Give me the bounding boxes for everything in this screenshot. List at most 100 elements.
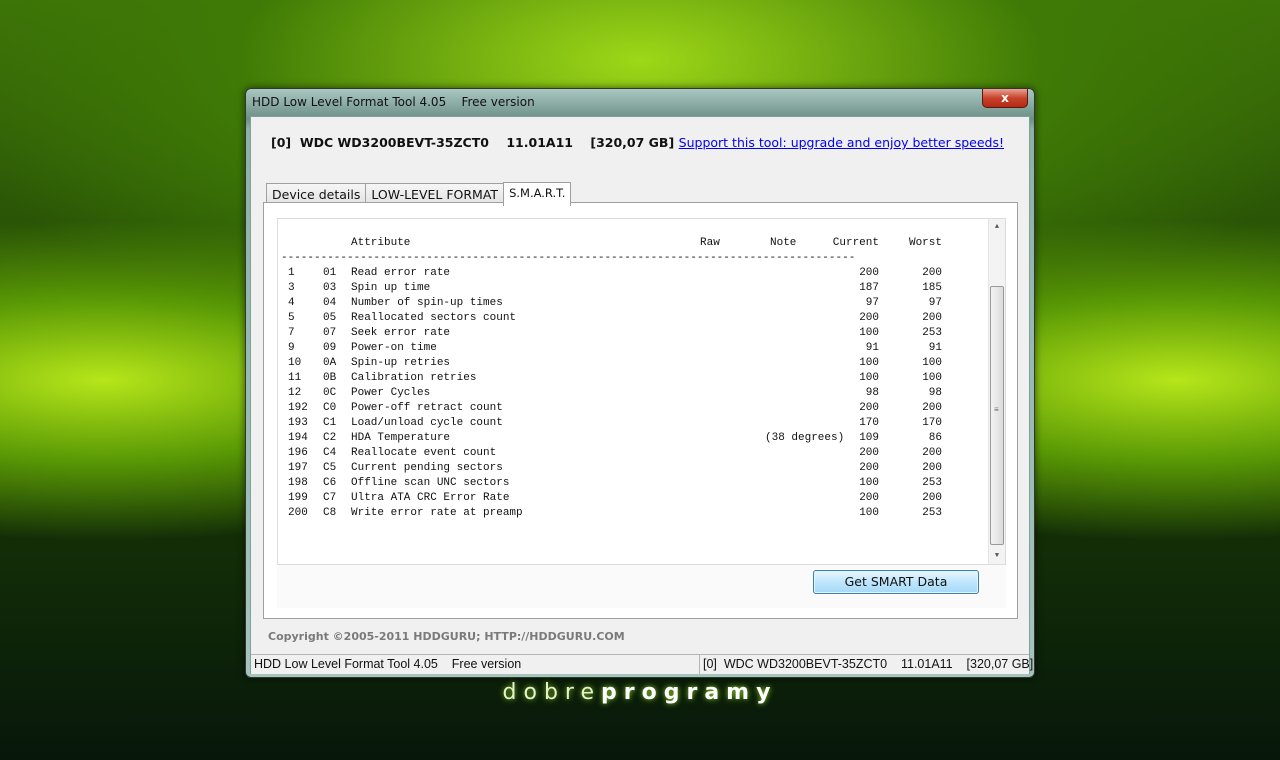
smart-row: 193C1Load/unload cycle count17017090804 — [278, 417, 1005, 432]
window-title: HDD Low Level Format Tool 4.05 Free vers… — [252, 95, 535, 109]
status-divider — [699, 655, 700, 674]
row-worst: 170 — [922, 417, 942, 429]
row-attr-name: Reallocate event count — [351, 447, 497, 459]
scroll-thumb[interactable]: ≡ — [990, 286, 1004, 545]
row-current: 200 — [859, 267, 879, 279]
row-attr-name: HDA Temperature — [351, 432, 451, 444]
scroll-down-arrow-icon[interactable]: ▼ — [989, 548, 1005, 564]
row-attr-id: 04 — [323, 297, 337, 309]
vertical-scrollbar[interactable]: ▲ ≡ ▼ — [988, 219, 1005, 564]
row-attr-id: 0B — [323, 372, 337, 384]
device-info: [0] WDC WD3200BEVT-35ZCT0 11.01A11 [320,… — [271, 135, 675, 150]
row-worst: 200 — [922, 492, 942, 504]
row-number: 12 — [288, 387, 302, 399]
row-attr-name: Number of spin-up times — [351, 297, 503, 309]
row-attr-id: C4 — [323, 447, 337, 459]
close-button[interactable]: x — [982, 89, 1028, 108]
header-current: Current — [832, 237, 879, 249]
smart-header-row: Attribute Current Worst Raw Note — [278, 237, 1005, 252]
row-worst: 200 — [922, 267, 942, 279]
row-current: 97 — [865, 297, 879, 309]
row-note: (38 degrees) — [765, 432, 845, 444]
row-attr-id: C8 — [323, 507, 337, 519]
row-worst: 253 — [922, 327, 942, 339]
app-window: HDD Low Level Format Tool 4.05 Free vers… — [245, 88, 1035, 678]
row-number: 197 — [288, 462, 308, 474]
smart-row: 198C6Offline scan UNC sectors1002530 — [278, 477, 1005, 492]
smart-output[interactable]: Attribute Current Worst Raw Note -------… — [277, 218, 1006, 565]
tab-smart[interactable]: S.M.A.R.T. — [503, 182, 572, 206]
row-attr-name: Spin-up retries — [351, 357, 451, 369]
row-attr-id: C0 — [323, 402, 337, 414]
row-current: 100 — [859, 327, 879, 339]
row-number: 199 — [288, 492, 308, 504]
row-number: 10 — [288, 357, 302, 369]
grip-icon: ≡ — [994, 406, 999, 415]
row-current: 200 — [859, 447, 879, 459]
row-number: 192 — [288, 402, 308, 414]
status-device: [0] WDC WD3200BEVT-35ZCT0 11.01A11 [320,… — [703, 657, 1034, 671]
row-current: 200 — [859, 402, 879, 414]
smart-row: 101Read error rate2002000 — [278, 267, 1005, 282]
support-link[interactable]: Support this tool: upgrade and enjoy bet… — [679, 135, 1004, 150]
smart-row: 707Seek error rate1002530 — [278, 327, 1005, 342]
row-attr-id: C5 — [323, 462, 337, 474]
smart-row: 303Spin up time1871851616 — [278, 282, 1005, 297]
row-worst: 98 — [928, 387, 942, 399]
row-worst: 200 — [922, 462, 942, 474]
row-attr-id: C1 — [323, 417, 337, 429]
watermark-bold: programy — [601, 680, 778, 705]
row-attr-id: C7 — [323, 492, 337, 504]
row-worst: 100 — [922, 357, 942, 369]
row-attr-name: Spin up time — [351, 282, 431, 294]
row-number: 1 — [288, 267, 295, 279]
header-raw: Raw — [700, 237, 720, 249]
row-number: 196 — [288, 447, 308, 459]
row-number: 11 — [288, 372, 302, 384]
header-note: Note — [770, 237, 797, 249]
dobreprogramy-watermark: dobreprogramy — [0, 680, 1280, 705]
row-attr-name: Seek error rate — [351, 327, 451, 339]
smart-row: 197C5Current pending sectors2002000 — [278, 462, 1005, 477]
row-worst: 200 — [922, 312, 942, 324]
row-number: 9 — [288, 342, 295, 354]
row-attr-id: C2 — [323, 432, 337, 444]
row-attr-id: 09 — [323, 342, 337, 354]
smart-row: 200C8Write error rate at preamp1002530 — [278, 507, 1005, 522]
row-attr-id: 0C — [323, 387, 337, 399]
get-smart-data-button[interactable]: Get SMART Data — [813, 570, 979, 594]
smart-row: 909Power-on time91916677 — [278, 342, 1005, 357]
row-worst: 253 — [922, 507, 942, 519]
status-bar: HDD Low Level Format Tool 4.05 Free vers… — [251, 654, 1033, 674]
row-attr-id: 05 — [323, 312, 337, 324]
row-attr-id: C6 — [323, 477, 337, 489]
row-current: 200 — [859, 312, 879, 324]
row-current: 187 — [859, 282, 879, 294]
smart-panel: Attribute Current Worst Raw Note -------… — [263, 202, 1018, 619]
row-attr-id: 07 — [323, 327, 337, 339]
row-worst: 97 — [928, 297, 942, 309]
scroll-up-arrow-icon[interactable]: ▲ — [989, 219, 1005, 235]
row-worst: 100 — [922, 372, 942, 384]
smart-row: 192C0Power-off retract count200200201 — [278, 402, 1005, 417]
row-worst: 185 — [922, 282, 942, 294]
row-attr-name: Power Cycles — [351, 387, 431, 399]
row-number: 7 — [288, 327, 295, 339]
row-attr-id: 03 — [323, 282, 337, 294]
row-current: 98 — [865, 387, 879, 399]
row-attr-name: Ultra ATA CRC Error Rate — [351, 492, 510, 504]
row-worst: 200 — [922, 447, 942, 459]
row-number: 198 — [288, 477, 308, 489]
row-attr-name: Current pending sectors — [351, 462, 503, 474]
row-number: 193 — [288, 417, 308, 429]
row-attr-name: Power-on time — [351, 342, 437, 354]
row-attr-name: Read error rate — [351, 267, 451, 279]
header-attribute: Attribute — [351, 237, 411, 249]
copyright-text: Copyright ©2005-2011 HDDGURU; HTTP://HDD… — [268, 630, 625, 643]
smart-row: 196C4Reallocate event count2002000 — [278, 447, 1005, 462]
row-attr-name: Power-off retract count — [351, 402, 503, 414]
smart-row: 199C7Ultra ATA CRC Error Rate2002000 — [278, 492, 1005, 507]
row-attr-id: 0A — [323, 357, 337, 369]
row-worst: 200 — [922, 402, 942, 414]
row-current: 200 — [859, 462, 879, 474]
